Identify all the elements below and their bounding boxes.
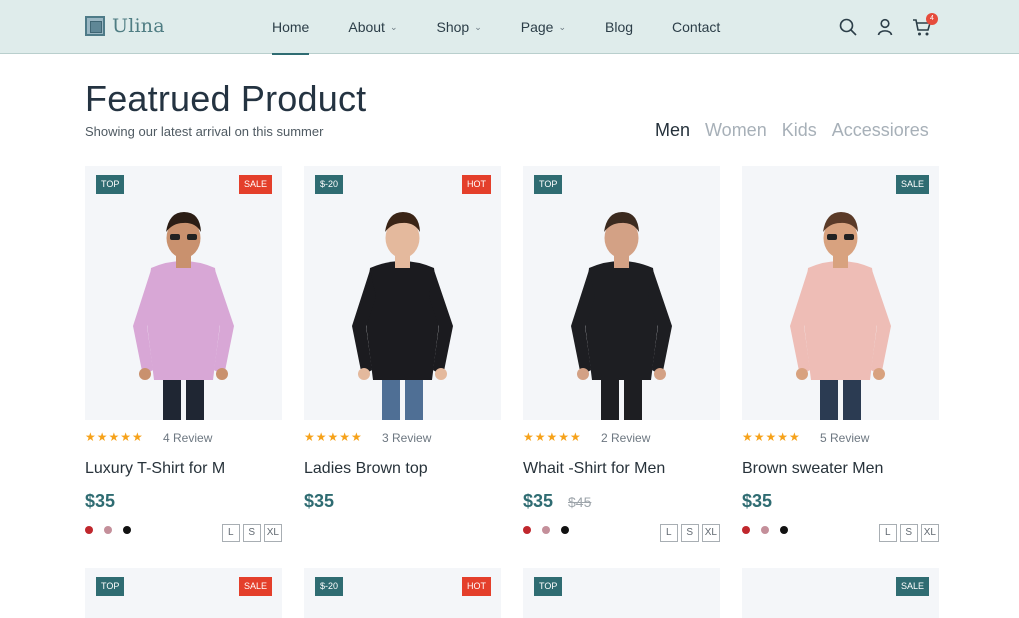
- product-image[interactable]: SALE: [742, 166, 939, 420]
- color-options: [85, 526, 142, 534]
- color-swatch[interactable]: [561, 526, 569, 534]
- nav-item-about[interactable]: About ⌄: [348, 0, 397, 54]
- chevron-down-icon: ⌄: [474, 22, 482, 32]
- nav-item-label: Contact: [672, 19, 721, 35]
- product-tag-left: TOP: [534, 577, 563, 596]
- product-tag-right: HOT: [462, 175, 491, 194]
- product-card-partial[interactable]: TOP SALE: [85, 568, 282, 618]
- brand-logo[interactable]: Ulina: [85, 13, 165, 39]
- category-filter-tabs: Men Women Kids Accessiores: [655, 120, 944, 141]
- size-option[interactable]: XL: [263, 524, 282, 542]
- product-price: $35: [304, 491, 335, 511]
- header-icons: 4: [838, 13, 949, 37]
- product-name[interactable]: Luxury T-Shirt for M: [85, 460, 225, 478]
- review-count: 3 Review: [382, 431, 432, 445]
- nav-item-label: Home: [272, 19, 310, 35]
- chevron-down-icon: ⌄: [389, 22, 398, 32]
- color-swatch[interactable]: [780, 526, 788, 534]
- product-name[interactable]: Whait -Shirt for Men: [523, 460, 665, 478]
- product-name[interactable]: Ladies Brown top: [304, 460, 428, 478]
- nav-item-blog[interactable]: Blog: [605, 0, 633, 54]
- size-option[interactable]: S: [899, 524, 918, 542]
- product-tag-left: $-20: [315, 175, 344, 194]
- rating-stars-icon: ★★★★★: [742, 430, 801, 444]
- logo-icon: [85, 16, 105, 36]
- size-option[interactable]: XL: [920, 524, 939, 542]
- product-tag-left: $-20: [315, 577, 344, 596]
- size-option[interactable]: S: [680, 524, 699, 542]
- color-swatch[interactable]: [542, 526, 550, 534]
- nav-item-label: About: [348, 19, 385, 35]
- search-icon[interactable]: [838, 17, 858, 37]
- product-card[interactable]: $-20 HOT ★★★★★ 3 Review Ladies Brown top $35: [304, 166, 501, 546]
- product-price: $35: [742, 491, 773, 511]
- color-options: [523, 526, 580, 534]
- site-header: Ulina Home About ⌄ Shop ⌄ Page ⌄ Blog Contact 4: [0, 0, 1019, 55]
- product-image[interactable]: $-20 HOT: [304, 166, 501, 420]
- product-tag-left: TOP: [96, 577, 125, 596]
- product-card-partial[interactable]: SALE: [742, 568, 939, 618]
- product-card[interactable]: TOP ★★★★★ 2 Review Whait -Shirt for Men $35 $…: [523, 166, 720, 546]
- size-option[interactable]: L: [878, 524, 897, 542]
- filter-tab-accessiores[interactable]: Accessiores: [832, 120, 929, 141]
- nav-item-page[interactable]: Page ⌄: [521, 0, 566, 54]
- nav-item-label: Blog: [605, 19, 634, 35]
- review-count: 2 Review: [601, 431, 651, 445]
- rating-stars-icon: ★★★★★: [85, 430, 144, 444]
- nav-item-shop[interactable]: Shop ⌄: [437, 0, 482, 54]
- color-swatch[interactable]: [85, 526, 93, 534]
- filter-tab-women[interactable]: Women: [705, 120, 767, 141]
- product-image[interactable]: TOP: [523, 166, 720, 420]
- size-option[interactable]: XL: [701, 524, 720, 542]
- product-tag-right: SALE: [895, 175, 929, 194]
- color-swatch[interactable]: [104, 526, 112, 534]
- product-price: $35: [523, 491, 554, 511]
- color-swatch[interactable]: [761, 526, 769, 534]
- product-tag-right: HOT: [462, 577, 491, 596]
- rating-stars-icon: ★★★★★: [304, 430, 363, 444]
- color-options: [742, 526, 799, 534]
- product-image[interactable]: TOP SALE: [85, 166, 282, 420]
- product-tag-right: SALE: [238, 577, 272, 596]
- cart-count-badge: 4: [926, 13, 938, 25]
- size-option[interactable]: S: [242, 524, 261, 542]
- size-options: L S XL: [657, 524, 720, 542]
- size-options: L S XL: [876, 524, 939, 542]
- product-card[interactable]: TOP SALE ★★★★★ 4 Review Luxury T-Shirt for M…: [85, 166, 282, 546]
- product-tag-right: SALE: [895, 577, 929, 596]
- color-swatch[interactable]: [742, 526, 750, 534]
- color-swatch[interactable]: [523, 526, 531, 534]
- rating-stars-icon: ★★★★★: [523, 430, 582, 444]
- product-card[interactable]: SALE ★★★★★ 5 Review Brown sweater Men $35 L S X…: [742, 166, 939, 546]
- section-title: Featrued Product: [85, 78, 367, 119]
- product-price: $35: [85, 491, 116, 511]
- size-option[interactable]: L: [659, 524, 678, 542]
- filter-tab-kids[interactable]: Kids: [782, 120, 817, 141]
- brand-name: Ulina: [112, 15, 165, 37]
- cart-icon[interactable]: 4: [912, 13, 938, 37]
- product-card-partial[interactable]: TOP: [523, 568, 720, 618]
- nav-item-label: Shop: [436, 19, 470, 35]
- product-tag-left: TOP: [534, 175, 563, 194]
- main-nav: Home About ⌄ Shop ⌄ Page ⌄ Blog Contact: [272, 0, 759, 55]
- color-swatch[interactable]: [123, 526, 131, 534]
- nav-item-contact[interactable]: Contact: [672, 0, 720, 54]
- user-icon[interactable]: [875, 17, 895, 37]
- review-count: 4 Review: [163, 431, 213, 445]
- size-option[interactable]: L: [221, 524, 240, 542]
- review-count: 5 Review: [820, 431, 870, 445]
- nav-item-home[interactable]: Home: [272, 0, 310, 55]
- product-tag-left: TOP: [96, 175, 125, 194]
- size-options: L S XL: [219, 524, 282, 542]
- chevron-down-icon: ⌄: [558, 22, 566, 32]
- filter-tab-men[interactable]: Men: [655, 120, 690, 141]
- section-subtitle: Showing our latest arrival on this summe…: [85, 124, 324, 139]
- product-old-price: $45: [568, 494, 592, 510]
- product-tag-right: SALE: [238, 175, 272, 194]
- product-name[interactable]: Brown sweater Men: [742, 460, 883, 478]
- nav-item-label: Page: [520, 19, 554, 35]
- product-card-partial[interactable]: $-20 HOT: [304, 568, 501, 618]
